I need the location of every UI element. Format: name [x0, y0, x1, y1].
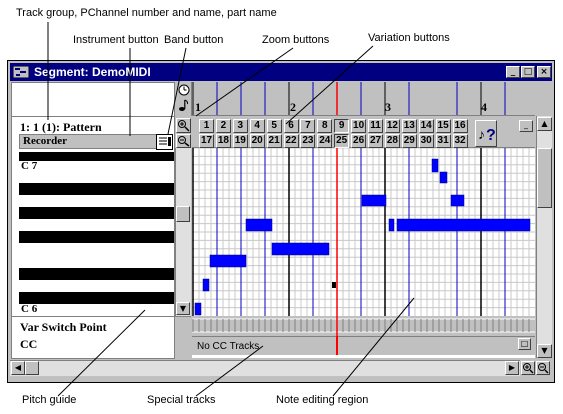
variation-help-icon[interactable]: ♪? [475, 120, 497, 147]
variation-button-18[interactable]: 18 [215, 134, 231, 148]
cc-expand-button[interactable]: □ [518, 338, 531, 350]
callout-band-button: Band button [164, 34, 224, 46]
variation-button-28[interactable]: 28 [384, 134, 400, 148]
pitch-scrollbar[interactable] [175, 148, 191, 316]
variation-button-10[interactable]: 10 [351, 119, 367, 133]
band-icon[interactable] [156, 134, 173, 150]
title-bar[interactable]: Segment: DemoMIDI _ □ × [10, 63, 552, 81]
minimize-part-button[interactable]: _ [519, 120, 533, 132]
instrument-button[interactable]: Recorder [23, 135, 67, 147]
callout-note-editing-region: Note editing region [276, 394, 369, 406]
variation-button-23[interactable]: 23 [300, 134, 316, 148]
special-tracks-divider [11, 316, 191, 317]
variation-button-32[interactable]: 32 [452, 134, 468, 148]
variation-button-16[interactable]: 16 [452, 119, 468, 133]
variation-button-21[interactable]: 21 [266, 134, 282, 148]
measure-4: 4 [481, 100, 487, 114]
note-icon[interactable] [178, 99, 190, 112]
track-header-divider [11, 116, 175, 117]
part-header[interactable]: 1: 1 (1): Pattern [20, 120, 102, 135]
variation-button-22[interactable]: 22 [283, 134, 299, 148]
main-hscrollbar[interactable] [10, 360, 520, 376]
variation-button-14[interactable]: 14 [418, 119, 434, 133]
measure-3: 3 [385, 100, 391, 114]
variation-button-27[interactable]: 27 [368, 134, 383, 148]
svg-text:♪: ♪ [478, 128, 485, 143]
svg-text:?: ? [486, 127, 496, 144]
variation-button-17[interactable]: 17 [199, 134, 214, 148]
hscroll-thumb[interactable] [25, 361, 39, 375]
variation-button-31[interactable]: 31 [435, 134, 451, 148]
variation-button-3[interactable]: 3 [232, 119, 248, 133]
no-cc-tracks-label: No CC Tracks [197, 341, 260, 352]
pitch-scroll-thumb[interactable] [176, 206, 190, 222]
cc-track-marker [336, 336, 338, 355]
variation-button-19[interactable]: 19 [232, 134, 248, 148]
variation-button-4[interactable]: 4 [249, 119, 265, 133]
variation-button-15[interactable]: 15 [435, 119, 451, 133]
window-title: Segment: DemoMIDI [34, 65, 151, 79]
measure-1: 1 [195, 100, 201, 114]
zoom-in-icon[interactable] [176, 118, 191, 133]
scroll-left-icon[interactable]: ◀ [11, 361, 25, 375]
scroll-up-icon[interactable]: ▲ [537, 117, 552, 131]
callout-zoom-buttons: Zoom buttons [262, 34, 330, 46]
callout-track-group: Track group, PChannel number and name, p… [16, 7, 277, 19]
variation-button-30[interactable]: 30 [418, 134, 434, 148]
variation-button-9[interactable]: 9 [334, 119, 350, 133]
cc-label: CC [20, 337, 38, 351]
variation-button-7[interactable]: 7 [300, 119, 316, 133]
callout-special-tracks: Special tracks [147, 394, 216, 406]
variation-button-5[interactable]: 5 [266, 119, 282, 133]
pitch-label-top: C 7 [21, 160, 38, 172]
callout-variation-buttons: Variation buttons [368, 32, 450, 44]
zoom-in-horizontal-icon[interactable] [521, 361, 535, 375]
clock-icon[interactable] [178, 84, 190, 96]
scroll-right-icon[interactable]: ▶ [505, 361, 519, 375]
variation-button-12[interactable]: 12 [384, 119, 400, 133]
variation-button-13[interactable]: 13 [401, 119, 417, 133]
zoom-out-icon[interactable] [176, 134, 191, 148]
variation-button-8[interactable]: 8 [317, 119, 333, 133]
variation-button-26[interactable]: 26 [351, 134, 367, 148]
pitch-guide [19, 150, 174, 315]
callout-pitch-guide: Pitch guide [22, 394, 77, 406]
callout-instrument-button: Instrument button [73, 34, 159, 46]
measure-2: 2 [290, 100, 296, 114]
segment-window-icon[interactable] [13, 66, 29, 78]
var-switch-point-label: Var Switch Point [20, 320, 107, 334]
variation-button-2[interactable]: 2 [215, 119, 231, 133]
close-button[interactable]: × [537, 66, 551, 78]
variation-button-29[interactable]: 29 [401, 134, 417, 148]
var-switch-track[interactable] [192, 316, 535, 336]
zoom-out-horizontal-icon[interactable] [536, 361, 550, 375]
minimize-button[interactable]: _ [506, 66, 520, 78]
pitch-label-bottom: C 6 [21, 303, 38, 315]
maximize-button[interactable]: □ [521, 66, 535, 78]
variation-button-6[interactable]: 6 [283, 119, 299, 133]
note-grid[interactable] [192, 148, 535, 316]
vscroll-thumb[interactable] [537, 148, 552, 208]
variation-button-20[interactable]: 20 [249, 134, 265, 148]
variation-button-11[interactable]: 11 [368, 119, 383, 133]
variation-button-24[interactable]: 24 [317, 134, 333, 148]
pitch-scroll-down-icon[interactable]: ▼ [176, 302, 190, 315]
variation-button-1[interactable]: 1 [199, 119, 214, 133]
variation-button-25[interactable]: 25 [334, 134, 350, 148]
scroll-down-icon[interactable]: ▼ [537, 344, 552, 358]
